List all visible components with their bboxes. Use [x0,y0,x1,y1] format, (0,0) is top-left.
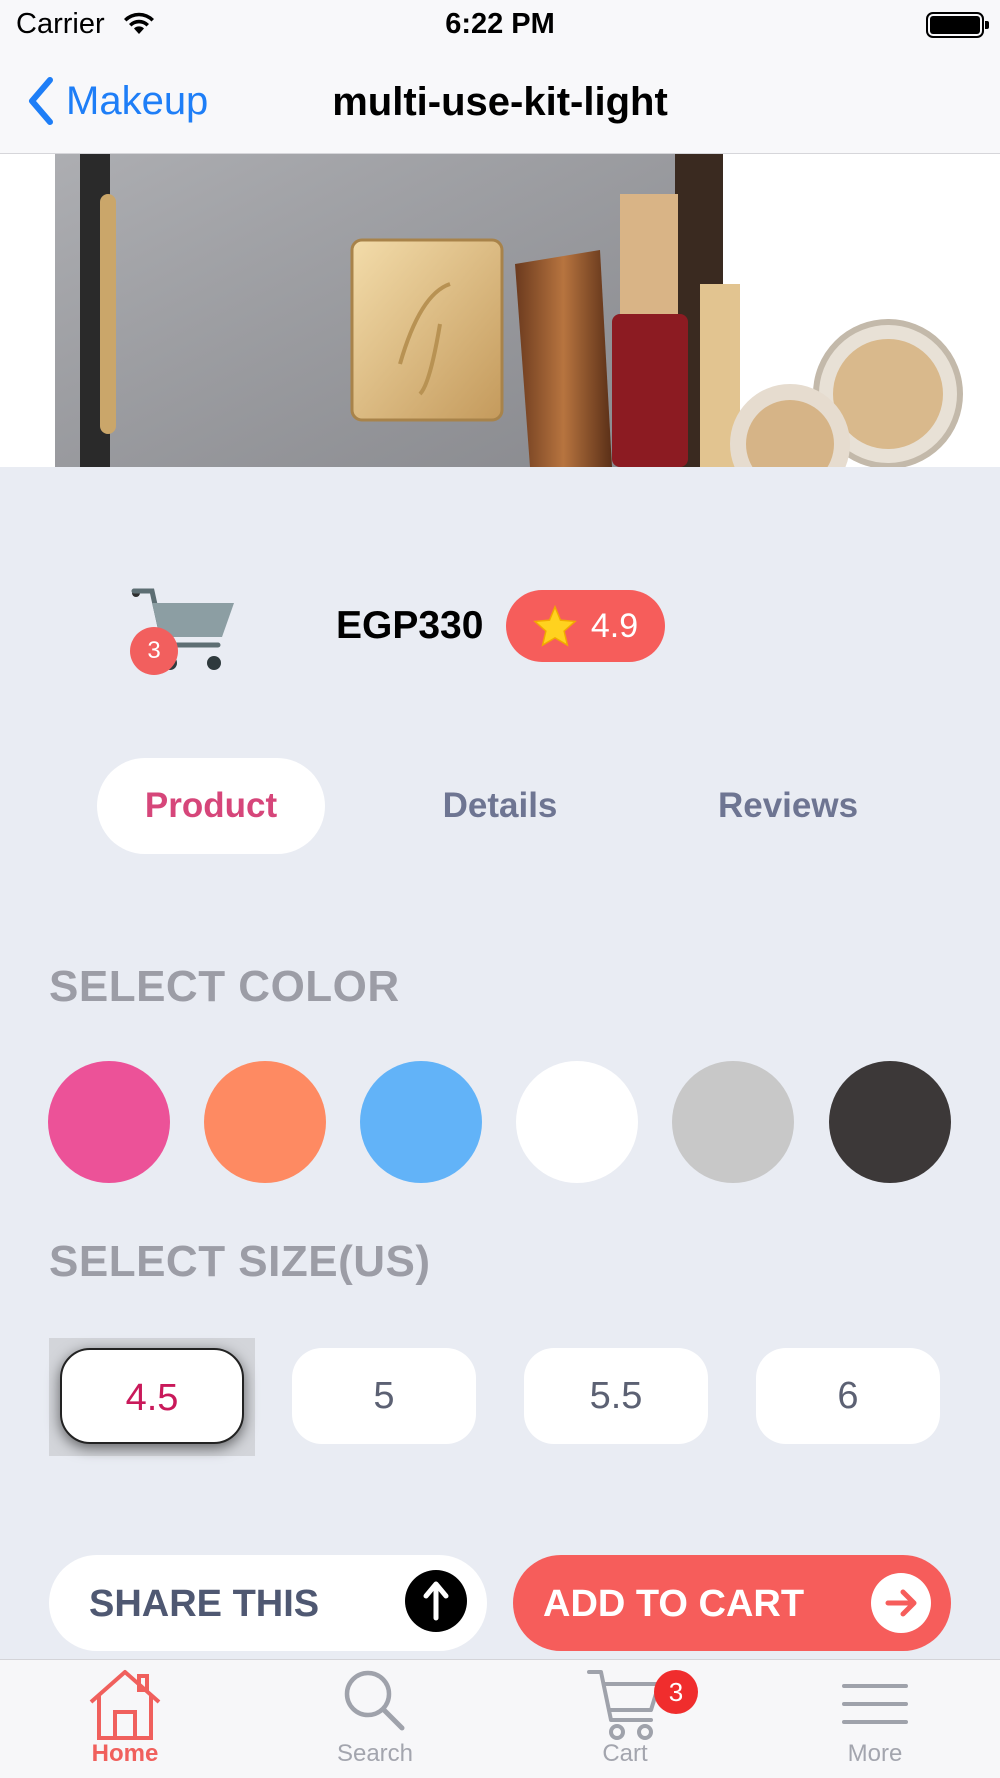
add-to-cart-button[interactable]: ADD TO CART [513,1555,951,1651]
status-time: 6:22 PM [445,8,555,40]
tab-bar: Home Search 3 Cart More [0,1659,1000,1778]
size-option-6[interactable]: 6 [756,1348,940,1444]
select-color-title: SELECT COLOR [49,962,400,1011]
tab-details[interactable]: Details [386,758,614,854]
tab-product[interactable]: Product [97,758,325,854]
color-swatch-gray[interactable] [672,1061,794,1183]
tab-bar-cart[interactable]: 3 Cart [500,1660,750,1778]
select-size-title: SELECT SIZE(US) [49,1237,431,1286]
color-swatch-black[interactable] [829,1061,951,1183]
navigation-bar: Makeup multi-use-kit-light [0,50,1000,154]
product-price: EGP330 [336,604,484,647]
tab-reviews[interactable]: Reviews [674,758,902,854]
star-icon [533,605,577,647]
share-arrow-icon [405,1570,467,1632]
tab-bar-search-label: Search [336,1740,414,1767]
home-icon [89,1670,161,1740]
tab-bar-cart-label: Cart [602,1740,648,1767]
search-icon [344,1670,405,1731]
page-title: multi-use-kit-light [332,80,668,124]
size-option-4-5[interactable]: 4.5 [60,1348,244,1444]
cart-icon [587,1670,661,1740]
share-button-label: SHARE THIS [89,1583,320,1625]
tab-bar-more[interactable]: More [750,1660,1000,1778]
size-option-5-5[interactable]: 5.5 [524,1348,708,1444]
battery-icon [926,12,989,38]
rating-value: 4.9 [590,606,639,645]
share-button[interactable]: SHARE THIS [49,1555,487,1651]
add-to-cart-label: ADD TO CART [543,1583,805,1625]
color-swatch-pink[interactable] [48,1061,170,1183]
color-swatch-white[interactable] [516,1061,638,1183]
tab-bar-home[interactable]: Home [0,1660,250,1778]
rating-badge: 4.9 [506,590,665,662]
cart-badge: 3 [654,1670,698,1714]
arrow-right-icon [871,1573,931,1633]
tab-bar-search[interactable]: Search [250,1660,500,1778]
size-option-5[interactable]: 5 [292,1348,476,1444]
tab-bar-more-label: More [847,1740,903,1767]
menu-icon [842,1684,908,1724]
status-bar: Carrier 6:22 PM [0,0,1000,50]
tab-bar-home-label: Home [91,1740,159,1767]
color-swatch-blue[interactable] [360,1061,482,1183]
cart-count-badge: 3 [130,627,178,675]
product-image [0,154,1000,467]
color-swatch-orange[interactable] [204,1061,326,1183]
